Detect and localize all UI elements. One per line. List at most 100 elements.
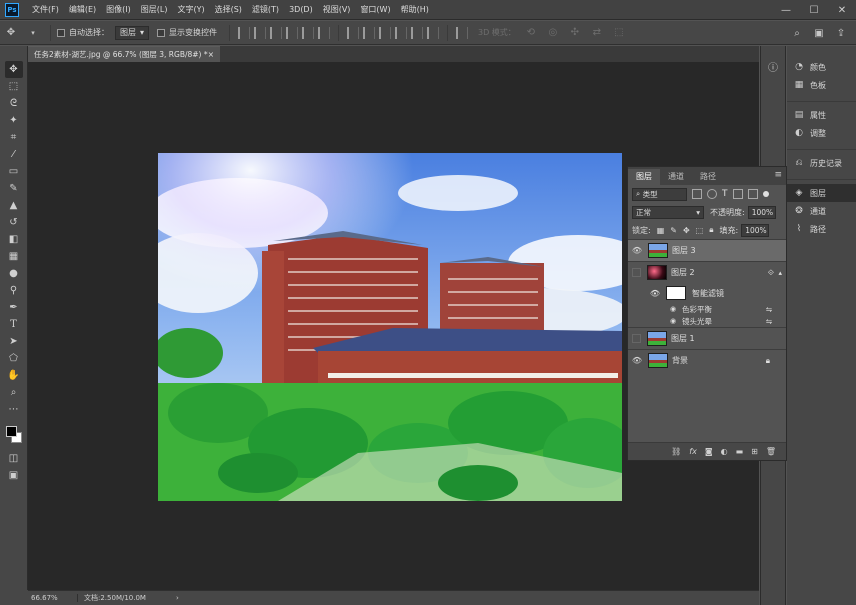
dock-item-properties[interactable]: ▤ 属性 [787, 106, 856, 124]
delete-layer-icon[interactable]: 🗑︎ [766, 447, 776, 456]
dock-item-adjustments[interactable]: ◐ 调整 [787, 124, 856, 142]
shape-tool-icon[interactable]: ⬠ [5, 350, 23, 367]
move-tool-icon[interactable]: ✥ [3, 25, 19, 41]
menu-filter[interactable]: 滤镜(T) [247, 0, 284, 20]
dock-item-color[interactable]: ◔ 颜色 [787, 58, 856, 76]
path-select-icon[interactable]: ➤ [5, 333, 23, 350]
share-icon[interactable]: ⇪ [833, 25, 849, 41]
visibility-toggle[interactable] [632, 334, 641, 343]
document-tab[interactable]: 任务2素材-湖艺.jpg @ 66.7% (图层 3, RGB/8#) * × [28, 46, 220, 62]
opacity-input[interactable]: 100% [747, 205, 776, 219]
menu-3d[interactable]: 3D(D) [284, 0, 318, 20]
dock-item-history[interactable]: ⎌ 历史记录 [787, 154, 856, 172]
dock-item-layers[interactable]: ◈ 图层 [787, 184, 856, 202]
distribute-bottom-icon[interactable] [379, 26, 392, 39]
hand-tool-icon[interactable]: ✋ [5, 367, 23, 384]
filter-item[interactable]: ◉ 镜头光晕 ⇋ [628, 315, 786, 327]
checkbox-box[interactable] [57, 28, 65, 37]
distribute-left-icon[interactable] [395, 26, 408, 39]
menu-view[interactable]: 视图(V) [318, 0, 356, 20]
filter-shape-icon[interactable] [732, 189, 743, 199]
menu-select[interactable]: 选择(S) [210, 0, 247, 20]
filter-pixel-icon[interactable] [692, 189, 702, 199]
3d-rotate-icon[interactable]: ⟲ [523, 25, 539, 41]
crop-tool-icon[interactable]: ⌗ [5, 129, 23, 146]
blend-mode-select[interactable]: 正常 ▾ [632, 205, 704, 219]
3d-slide-icon[interactable]: ⇄ [589, 25, 605, 41]
zoom-level[interactable]: 66.67% [28, 594, 78, 602]
menu-file[interactable]: 文件(F) [27, 0, 64, 20]
lasso-tool-icon[interactable]: ᘓ [5, 95, 23, 112]
lock-all-icon[interactable]: 🔒︎ [709, 225, 713, 235]
magic-wand-icon[interactable]: ✦ [5, 112, 23, 129]
smart-filter-row[interactable]: 👁︎ 智能滤镜 [628, 283, 786, 303]
filter-options-icon[interactable]: ⇋ [766, 305, 772, 314]
tab-channels[interactable]: 通道 [660, 169, 692, 185]
pen-tool-icon[interactable]: ✒ [5, 299, 23, 316]
stamp-tool-icon[interactable]: ▲ [5, 197, 23, 214]
more-tools-icon[interactable]: ⋯ [5, 401, 23, 418]
close-icon[interactable]: × [208, 50, 214, 59]
filter-type-icon[interactable]: T [722, 189, 728, 199]
dodge-tool-icon[interactable]: ⚲ [5, 282, 23, 299]
zoom-tool-icon[interactable]: ⌕ [5, 384, 23, 401]
kind-filter[interactable]: ⌕ 类型 [632, 187, 687, 201]
menu-edit[interactable]: 编辑(E) [64, 0, 101, 20]
eraser-tool-icon[interactable]: ◧ [5, 231, 23, 248]
chevron-right-icon[interactable]: › [176, 594, 179, 602]
align-right-icon[interactable] [318, 26, 331, 39]
distribute-right-icon[interactable] [427, 26, 440, 39]
info-icon[interactable]: ⓘ [764, 58, 782, 75]
lock-position-icon[interactable]: ✥ [683, 226, 690, 235]
layer-row[interactable]: 👁︎ 图层 3 [628, 239, 786, 261]
show-transform-checkbox[interactable]: 显示变换控件 [157, 27, 217, 38]
workspace-icon[interactable]: ▣ [811, 25, 827, 41]
auto-align-icon[interactable] [456, 26, 469, 39]
move-tool-icon[interactable]: ✥ [4, 61, 23, 78]
dock-item-swatches[interactable]: ▦ 色板 [787, 76, 856, 94]
search-icon[interactable]: ⌕ [789, 25, 805, 41]
color-swatches[interactable] [4, 424, 24, 444]
lock-artboard-icon[interactable]: ⬚ [696, 226, 704, 235]
fx-icon[interactable]: fx [689, 447, 697, 456]
3d-scale-icon[interactable]: ⬚ [611, 25, 627, 41]
filter-smart-icon[interactable] [747, 189, 758, 199]
distribute-hcenter-icon[interactable] [411, 26, 424, 39]
new-group-icon[interactable]: ▬ [736, 447, 744, 456]
maximize-icon[interactable]: ☐ [800, 0, 828, 20]
eyedropper-icon[interactable]: ⁄ [5, 146, 23, 163]
menu-help[interactable]: 帮助(H) [396, 0, 434, 20]
fill-input[interactable]: 100% [741, 223, 770, 237]
chevron-up-icon[interactable]: ▴ [778, 269, 782, 277]
chevron-down-icon[interactable]: ▾ [25, 25, 41, 41]
type-tool-icon[interactable]: T [5, 316, 23, 333]
auto-select-dropdown[interactable]: 图层 ▾ [115, 25, 150, 40]
eye-icon[interactable]: ◉ [670, 317, 676, 325]
tab-paths[interactable]: 路径 [692, 169, 724, 185]
align-hcenter-icon[interactable] [302, 26, 315, 39]
align-vcenter-icon[interactable] [254, 26, 267, 39]
distribute-vcenter-icon[interactable] [363, 26, 376, 39]
3d-pan-icon[interactable]: ✣ [567, 25, 583, 41]
align-bottom-icon[interactable] [270, 26, 283, 39]
brush-tool-icon[interactable]: ✎ [5, 180, 23, 197]
layer-row[interactable]: 图层 2 ⟐ ▴ [628, 261, 786, 283]
add-mask-icon[interactable]: ◙ [705, 447, 713, 456]
panel-menu-icon[interactable]: ≡ [774, 170, 782, 180]
new-layer-icon[interactable]: ⊞ [751, 447, 758, 456]
link-layers-icon[interactable]: ⛓ [671, 447, 681, 456]
quick-mask-icon[interactable]: ◫ [5, 450, 23, 467]
blur-tool-icon[interactable]: ● [5, 265, 23, 282]
healing-brush-icon[interactable]: ▭ [5, 163, 23, 180]
tab-layers[interactable]: 图层 [628, 169, 660, 185]
filter-adjust-icon[interactable] [707, 189, 717, 199]
eye-icon[interactable]: 👁︎ [628, 356, 646, 365]
layer-row[interactable]: 👁︎ 背景 🔒︎ [628, 349, 786, 371]
eye-icon[interactable]: 👁︎ [628, 289, 666, 298]
document-image[interactable] [158, 153, 622, 501]
lock-transparent-icon[interactable]: ▦ [657, 226, 665, 235]
history-brush-icon[interactable]: ↺ [5, 214, 23, 231]
filter-item[interactable]: ◉ 色彩平衡 ⇋ [628, 303, 786, 315]
checkbox-box[interactable] [157, 28, 166, 37]
filter-toggle-icon[interactable] [762, 191, 769, 197]
